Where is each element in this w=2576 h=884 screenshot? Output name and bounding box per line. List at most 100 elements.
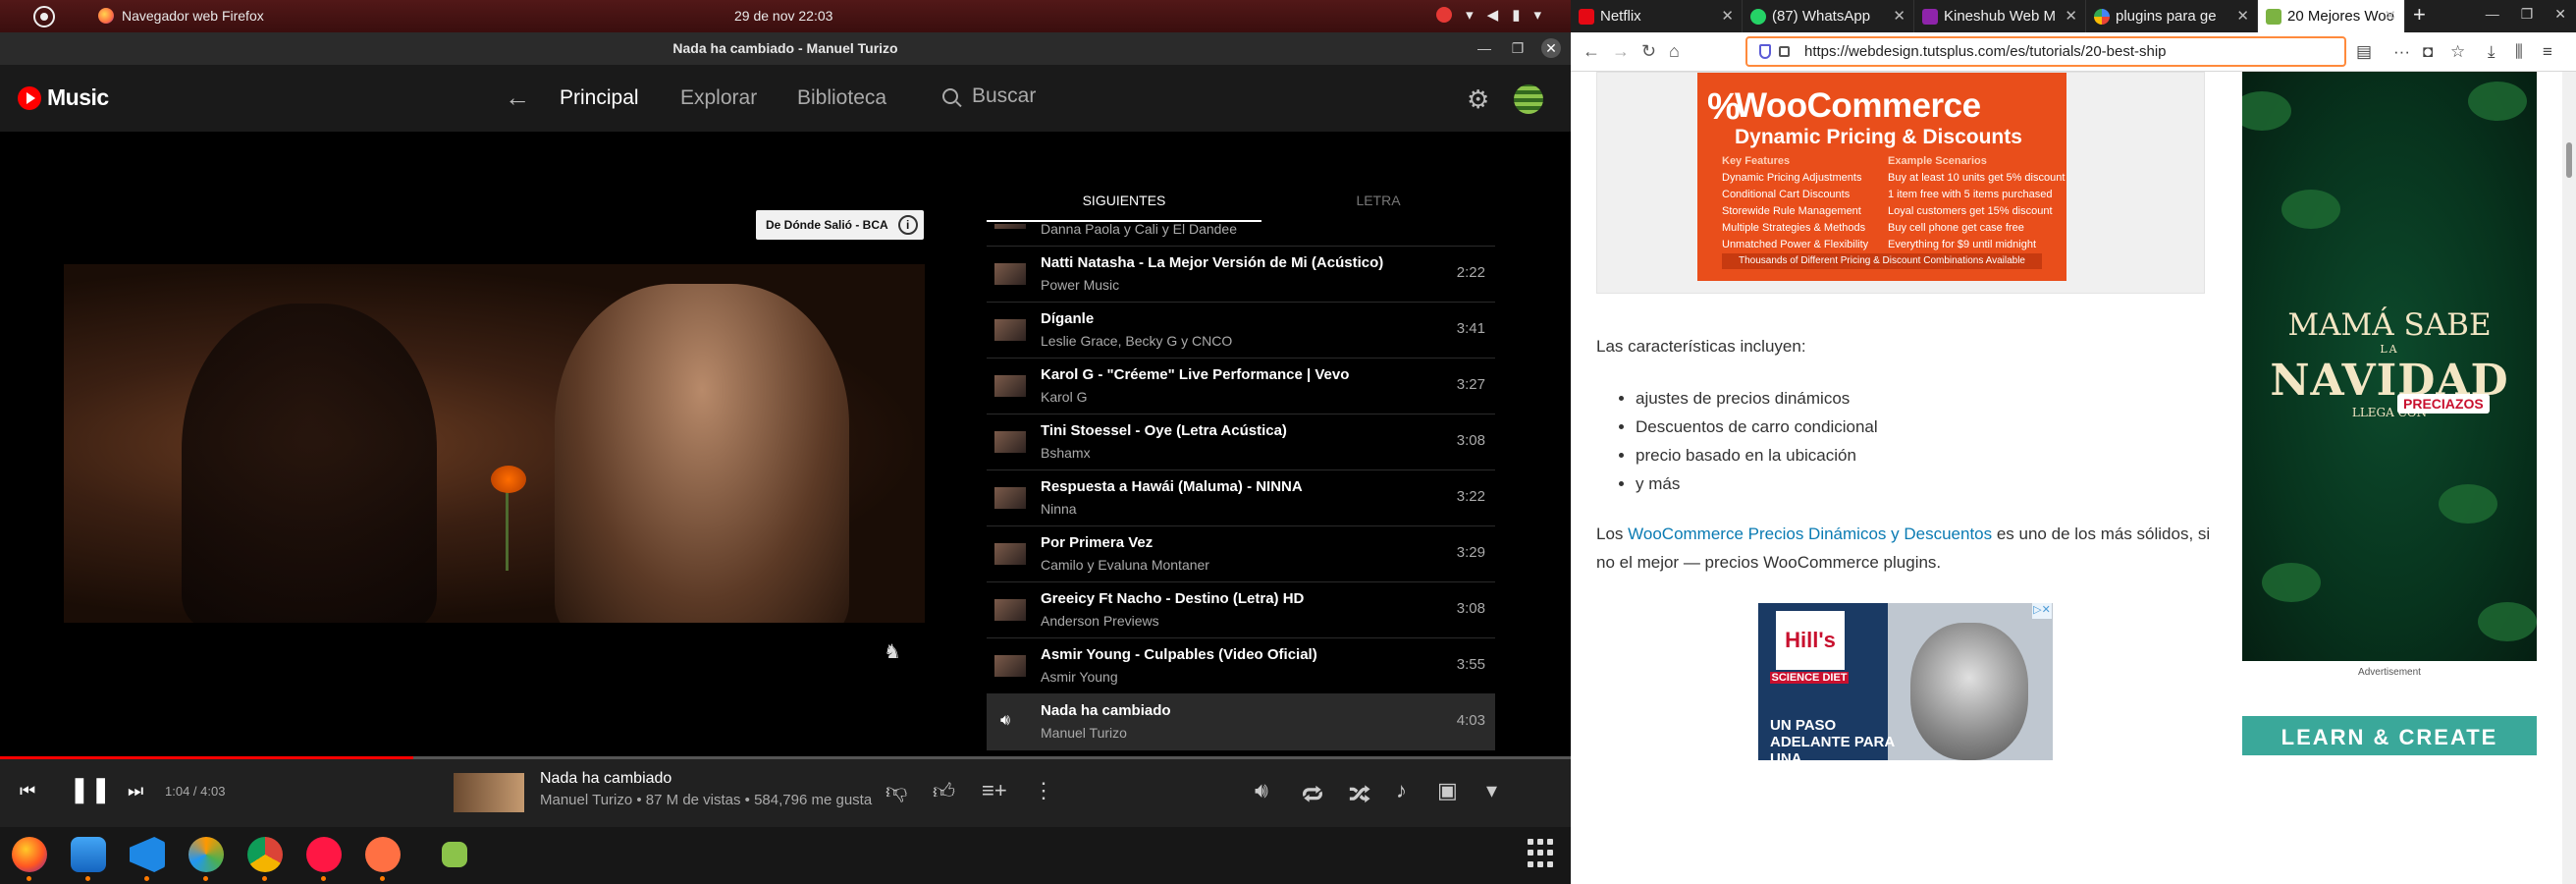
queue-list: Danna Paola y Cali y El Dandee Natti Nata… (987, 224, 1495, 756)
scrollbar[interactable] (2562, 72, 2576, 884)
home-icon[interactable]: ⌂ (1669, 41, 1680, 62)
lock-icon[interactable] (1779, 46, 1790, 57)
shuffle-icon[interactable]: 🔀︎ (1349, 778, 1370, 809)
queue-item-duration: 3:29 (1456, 544, 1485, 561)
queue-item[interactable]: Tini Stoessel - Oye (Letra Acústica) Bsha… (987, 414, 1495, 470)
now-playing-title[interactable]: Nada ha cambiado (540, 770, 671, 788)
tab-20-mejores[interactable]: 20 Mejores Woo ✕ (2258, 0, 2405, 32)
files-icon[interactable] (71, 837, 106, 872)
bookmark-star-icon[interactable]: ☆ (2450, 42, 2465, 62)
clock[interactable]: 29 de nov 22:03 (734, 8, 832, 24)
next-icon[interactable]: ⏭ (128, 781, 143, 801)
volume-icon[interactable]: 🔊︎ (1255, 778, 1268, 803)
youtube-music-app-icon[interactable] (306, 837, 342, 872)
app-menu[interactable]: Navegador web Firefox (98, 8, 264, 24)
pause-icon[interactable]: ❚❚ (69, 774, 112, 804)
back-icon[interactable]: ← (1583, 41, 1600, 62)
nav-explorar[interactable]: Explorar (680, 86, 757, 110)
queue-item[interactable]: Greeicy Ft Nacho - Destino (Letra) HD And… (987, 582, 1495, 638)
activities-icon[interactable] (33, 6, 55, 28)
video-info-chip[interactable]: De Dónde Salió - BCA i (756, 210, 924, 240)
more-icon[interactable]: ⋮ (1033, 778, 1054, 803)
ytm-logo[interactable]: Music (18, 84, 109, 111)
forward-icon[interactable]: → (1612, 41, 1630, 62)
tab-siguientes[interactable]: SIGUIENTES (987, 183, 1261, 222)
tab-plugins[interactable]: plugins para ge ✕ (2086, 0, 2258, 32)
new-tab-icon[interactable]: + (2413, 2, 2426, 28)
library-icon[interactable]: ⫼ (2515, 42, 2523, 62)
learn-create-banner[interactable]: LEARN & CREATE (2242, 716, 2537, 755)
minimize-button[interactable]: — (2486, 6, 2499, 23)
avatar[interactable] (1514, 84, 1543, 114)
music-note-icon[interactable]: ♪ (1396, 778, 1407, 803)
queue-item[interactable]: Karol G - "Créeme" Live Performance | Ve… (987, 359, 1495, 414)
pen-app-icon[interactable] (365, 837, 401, 872)
close-icon[interactable]: ✕ (2236, 0, 2249, 32)
search-button[interactable]: Buscar (942, 84, 1036, 108)
show-apps-icon[interactable] (1528, 839, 1557, 868)
queue-item[interactable]: Respuesta a Hawái (Maluma) - NINNA Ninna 3… (987, 470, 1495, 526)
nav-principal[interactable]: Principal (560, 86, 639, 110)
maximize-button[interactable]: ❐ (1508, 38, 1528, 58)
tab-netflix[interactable]: Netflix ✕ (1571, 0, 1743, 32)
nav-biblioteca[interactable]: Biblioteca (797, 86, 886, 110)
video-frame[interactable] (64, 264, 925, 623)
queue-item[interactable]: Por Primera Vez Camilo y Evaluna Montaner… (987, 526, 1495, 582)
vscode-icon[interactable] (130, 837, 165, 872)
tab-letra[interactable]: LETRA (1261, 183, 1495, 222)
ytm-header: Music ← Principal Explorar Biblioteca Bu… (0, 65, 1571, 132)
firefox-icon[interactable] (12, 837, 47, 872)
queue-item[interactable]: 🔊︎ Nada ha cambiado Manuel Turizo 4:03 (987, 694, 1495, 750)
scrollbar-thumb[interactable] (2566, 142, 2572, 178)
minimize-button[interactable]: — (1475, 38, 1494, 58)
chrome-icon[interactable] (247, 837, 283, 872)
settings-app-icon[interactable] (188, 837, 224, 872)
info-icon[interactable]: i (897, 215, 918, 235)
close-icon[interactable]: ✕ (2384, 0, 2396, 32)
reload-icon[interactable]: ↻ (1641, 41, 1656, 62)
maximize-button[interactable]: ❐ (2521, 6, 2534, 23)
tab-whatsapp[interactable]: (87) WhatsApp ✕ (1743, 0, 1914, 32)
green-app-icon[interactable] (442, 842, 467, 867)
shield-icon[interactable] (1759, 44, 1771, 59)
preciazos-ad[interactable]: MAMÁ SABE LA NAVIDAD LLEGA CON PRECIAZOS (2242, 72, 2537, 661)
queue-item[interactable]: Danna Paola y Cali y El Dandee (987, 224, 1495, 247)
close-icon[interactable]: ✕ (1721, 0, 1734, 32)
queue-item-artist: Ninna (1041, 501, 1077, 517)
like-icon[interactable]: 👍︎ (933, 778, 955, 804)
woocommerce-ad[interactable]: % WooCommerce Dynamic Pricing & Discount… (1596, 72, 2205, 294)
woocommerce-link[interactable]: WooCommerce Precios Dinámicos y Descuent… (1628, 525, 1992, 543)
window-titlebar[interactable]: Nada ha cambiado - Manuel Turizo — ❐ ✕ (0, 32, 1571, 65)
tab-kineshub[interactable]: Kineshub Web M ✕ (1914, 0, 2086, 32)
system-tray[interactable]: ▾ ◀ ▮ ▾ (1436, 6, 1541, 24)
queue-item-duration: 3:27 (1456, 376, 1485, 393)
reader-mode-icon[interactable]: ▤ (2356, 42, 2372, 62)
url-bar[interactable]: https://webdesign.tutsplus.com/es/tutori… (1745, 36, 2346, 67)
chevron-down-icon[interactable]: ▾ (1486, 778, 1497, 803)
close-icon[interactable]: ✕ (1893, 0, 1905, 32)
miniplayer-icon[interactable]: ▣ (1437, 778, 1458, 803)
add-to-queue-icon[interactable]: ≡+ (982, 778, 1007, 803)
gear-icon[interactable]: ⚙ (1467, 84, 1489, 115)
pocket-icon[interactable]: ◘ (2423, 42, 2433, 62)
hills-ad[interactable]: Hill's SCIENCE DIET UN PASO ADELANTE PAR… (1758, 603, 2053, 760)
now-playing-thumbnail[interactable] (454, 773, 524, 812)
progress-bar[interactable] (0, 756, 1571, 759)
download-icon[interactable]: ⤓ (2488, 42, 2496, 62)
queue-item-title: Por Primera Vez (1041, 534, 1154, 551)
more-icon[interactable]: ··· (2393, 42, 2410, 62)
queue-item[interactable]: Natti Natasha - La Mejor Versión de Mi (… (987, 247, 1495, 303)
ad-choices-icon[interactable]: ▷✕ (2032, 603, 2052, 619)
dislike-icon[interactable]: 👎︎ (886, 778, 907, 804)
queue-item[interactable]: Asmir Young - Culpables (Video Oficial) A… (987, 638, 1495, 694)
menu-icon[interactable]: ≡ (2543, 42, 2552, 62)
record-icon[interactable] (1436, 7, 1453, 23)
repeat-icon[interactable]: 🔁︎ (1302, 778, 1323, 809)
queue-item[interactable]: Díganle Leslie Grace, Becky G y CNCO 3:41 (987, 303, 1495, 359)
close-button[interactable]: ✕ (1541, 38, 1561, 58)
previous-icon[interactable]: ⏮ (20, 781, 35, 801)
close-icon[interactable]: ✕ (2065, 0, 2077, 32)
battery-icon: ▮ (1512, 7, 1521, 24)
back-arrow-icon[interactable]: ← (505, 83, 530, 113)
close-button[interactable]: ✕ (2554, 6, 2566, 23)
